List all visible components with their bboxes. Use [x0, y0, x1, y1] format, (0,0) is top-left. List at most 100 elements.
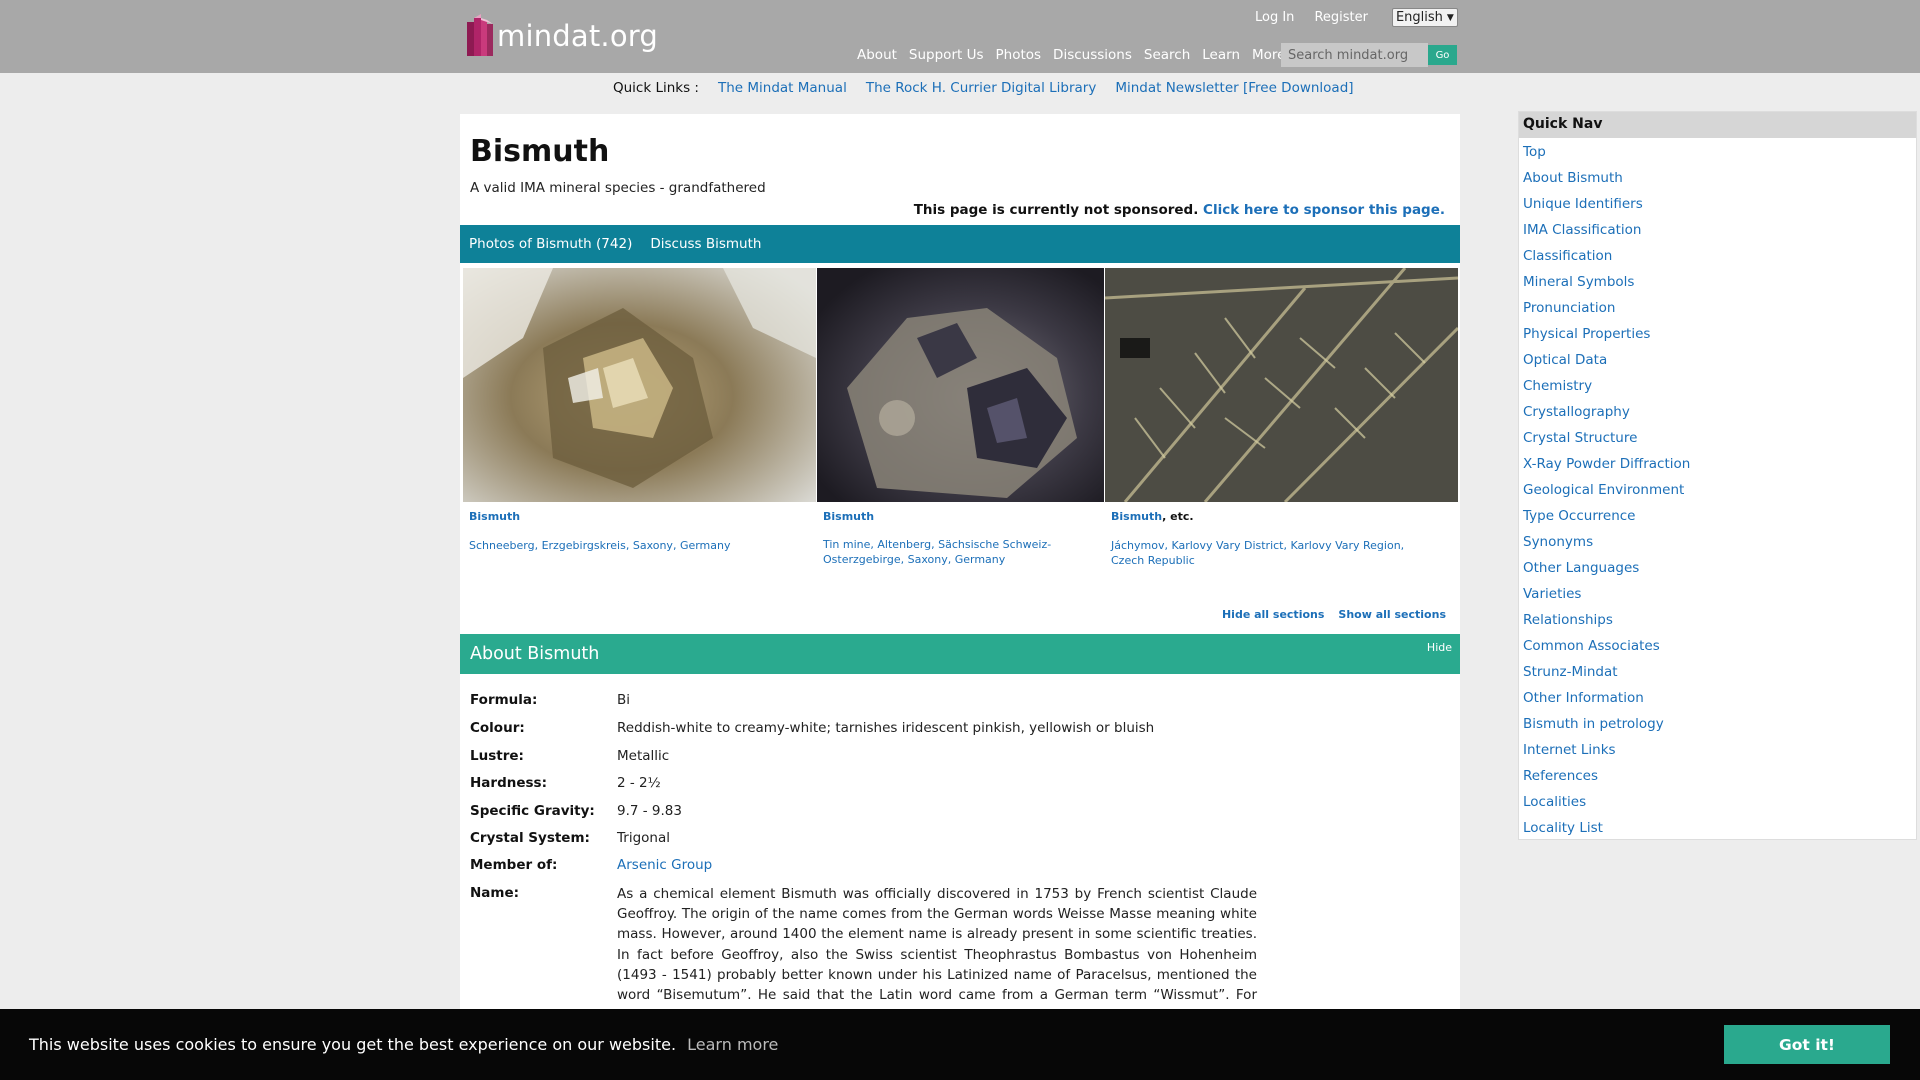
photo-3-title[interactable]: Bismuth, etc. — [1111, 510, 1194, 523]
site-logo[interactable]: mindat.org — [465, 14, 658, 58]
register-link[interactable]: Register — [1314, 10, 1368, 25]
mineral-photo-3[interactable] — [1105, 268, 1458, 502]
member-of-label: Member of: — [470, 857, 558, 873]
quick-nav-item[interactable]: Localities — [1523, 792, 1916, 818]
quick-nav-item[interactable]: Pronunciation — [1523, 298, 1916, 324]
arsenic-group-link[interactable]: Arsenic Group — [617, 857, 712, 873]
cookie-accept-button[interactable]: Got it! — [1724, 1025, 1890, 1064]
language-value: English — [1395, 10, 1443, 25]
quick-nav-item[interactable]: Crystal Structure — [1523, 428, 1916, 454]
about-hide-link[interactable]: Hide — [1427, 641, 1452, 654]
quick-nav: Quick Nav Top About Bismuth Unique Ident… — [1518, 111, 1917, 840]
quick-link-manual[interactable]: The Mindat Manual — [718, 80, 847, 96]
crystal-system-label: Crystal System: — [470, 830, 590, 846]
name-description: As a chemical element Bismuth was offici… — [617, 886, 1257, 1023]
quick-link-newsletter[interactable]: Mindat Newsletter [Free Download] — [1115, 80, 1353, 96]
photo-3-extra: , etc. — [1162, 510, 1194, 523]
quick-nav-item[interactable]: References — [1523, 766, 1916, 792]
show-all-sections-link[interactable]: Show all sections — [1338, 608, 1446, 621]
quick-nav-item[interactable]: Physical Properties — [1523, 324, 1916, 350]
quick-nav-item[interactable]: Unique Identifiers — [1523, 194, 1916, 220]
nav-photos[interactable]: Photos — [996, 47, 1042, 63]
photo-2-title[interactable]: Bismuth — [823, 510, 874, 523]
hide-all-sections-link[interactable]: Hide all sections — [1222, 608, 1324, 621]
quick-nav-item[interactable]: Synonyms — [1523, 532, 1916, 558]
colour-label: Colour: — [470, 720, 525, 736]
cookie-learn-more-link[interactable]: Learn more — [687, 1035, 778, 1054]
logo-text: mindat.org — [497, 19, 659, 53]
mineral-page: Bismuth A valid IMA mineral species - gr… — [460, 114, 1460, 1023]
specific-gravity-value: 9.7 - 9.83 — [617, 803, 682, 819]
page-title: Bismuth — [470, 134, 610, 169]
hardness-label: Hardness: — [470, 775, 547, 791]
quick-nav-item[interactable]: Classification — [1523, 246, 1916, 272]
colour-value: Reddish-white to creamy-white; tarnishes… — [617, 720, 1155, 736]
formula-value: Bi — [617, 692, 631, 708]
tab-discuss[interactable]: Discuss Bismuth — [650, 236, 761, 252]
quick-link-library[interactable]: The Rock H. Currier Digital Library — [866, 80, 1096, 96]
chevron-down-icon: ▼ — [1446, 12, 1454, 23]
site-header: mindat.org Log In Register English ▼ Abo… — [0, 0, 1920, 73]
quick-nav-item[interactable]: Mineral Symbols — [1523, 272, 1916, 298]
quick-nav-item[interactable]: Optical Data — [1523, 350, 1916, 376]
quick-nav-item[interactable]: Varieties — [1523, 584, 1916, 610]
search-input[interactable]: Search mindat.org — [1281, 43, 1428, 67]
hardness-value: 2 - 2½ — [617, 775, 661, 791]
crystal-system-value: Trigonal — [617, 830, 670, 846]
quick-nav-item[interactable]: Locality List — [1523, 818, 1916, 844]
auth-links: Log In Register English ▼ — [1255, 8, 1458, 27]
about-section-header: About Bismuth Hide — [460, 634, 1460, 674]
quick-links-bar: Quick Links : The Mindat Manual The Rock… — [613, 80, 1354, 96]
lustre-label: Lustre: — [470, 748, 524, 764]
sponsor-notice: This page is currently not sponsored. Cl… — [914, 202, 1445, 218]
cookie-message: This website uses cookies to ensure you … — [29, 1035, 778, 1054]
quick-nav-item[interactable]: Relationships — [1523, 610, 1916, 636]
mineral-photo-1[interactable] — [463, 268, 816, 502]
mineral-photo-2[interactable] — [817, 268, 1104, 502]
mineral-status: A valid IMA mineral species - grandfathe… — [470, 180, 766, 196]
quick-nav-item[interactable]: Other Languages — [1523, 558, 1916, 584]
quick-nav-item[interactable]: Top — [1523, 142, 1916, 168]
language-select[interactable]: English ▼ — [1391, 8, 1458, 27]
nav-about[interactable]: About — [857, 47, 897, 63]
section-toggles: Hide all sections Show all sections — [1222, 608, 1446, 621]
sponsor-text: This page is currently not sponsored. — [913, 202, 1199, 218]
quick-links-label: Quick Links : — [613, 80, 699, 96]
photo-1-title[interactable]: Bismuth — [469, 510, 520, 523]
tab-photos[interactable]: Photos of Bismuth (742) — [469, 236, 632, 252]
nav-learn[interactable]: Learn — [1202, 47, 1240, 63]
quick-nav-item[interactable]: Other Information — [1523, 688, 1916, 714]
quick-nav-item[interactable]: IMA Classification — [1523, 220, 1916, 246]
cookie-banner: This website uses cookies to ensure you … — [0, 1009, 1920, 1080]
specific-gravity-label: Specific Gravity: — [470, 803, 595, 819]
sponsor-link[interactable]: Click here to sponsor this page. — [1203, 202, 1445, 218]
photo-2-location[interactable]: Tin mine, Altenberg, Sächsische Schweiz-… — [823, 537, 1093, 567]
search-go-button[interactable]: Go — [1428, 45, 1457, 65]
quick-nav-item[interactable]: Common Associates — [1523, 636, 1916, 662]
quick-nav-item[interactable]: Strunz-Mindat — [1523, 662, 1916, 688]
about-section-title: About Bismuth — [470, 644, 600, 664]
lustre-value: Metallic — [617, 748, 670, 764]
quick-nav-item[interactable]: Bismuth in petrology — [1523, 714, 1916, 740]
quick-nav-item[interactable]: X-Ray Powder Diffraction — [1523, 454, 1916, 480]
member-of-value: Arsenic Group — [617, 857, 712, 873]
mineral-tabs: Photos of Bismuth (742) Discuss Bismuth — [460, 225, 1460, 263]
nav-search[interactable]: Search — [1144, 47, 1190, 63]
login-link[interactable]: Log In — [1255, 10, 1294, 25]
quick-nav-item[interactable]: Geological Environment — [1523, 480, 1916, 506]
nav-support-us[interactable]: Support Us — [909, 47, 984, 63]
quick-nav-item[interactable]: Crystallography — [1523, 402, 1916, 428]
name-label: Name: — [470, 885, 520, 901]
quick-nav-item[interactable]: Chemistry — [1523, 376, 1916, 402]
quick-nav-item[interactable]: About Bismuth — [1523, 168, 1916, 194]
cookie-text: This website uses cookies to ensure you … — [29, 1035, 677, 1054]
search-form: Search mindat.org Go — [1281, 43, 1457, 67]
quick-nav-title: Quick Nav — [1519, 112, 1916, 138]
nav-discussions[interactable]: Discussions — [1053, 47, 1132, 63]
photo-3-location[interactable]: Jáchymov, Karlovy Vary District, Karlovy… — [1111, 538, 1431, 568]
photo-1-location[interactable]: Schneeberg, Erzgebirgskreis, Saxony, Ger… — [469, 538, 809, 553]
quick-nav-item[interactable]: Internet Links — [1523, 740, 1916, 766]
formula-label: Formula: — [470, 692, 538, 708]
quick-nav-item[interactable]: Type Occurrence — [1523, 506, 1916, 532]
quick-nav-list: Top About Bismuth Unique Identifiers IMA… — [1519, 138, 1916, 844]
